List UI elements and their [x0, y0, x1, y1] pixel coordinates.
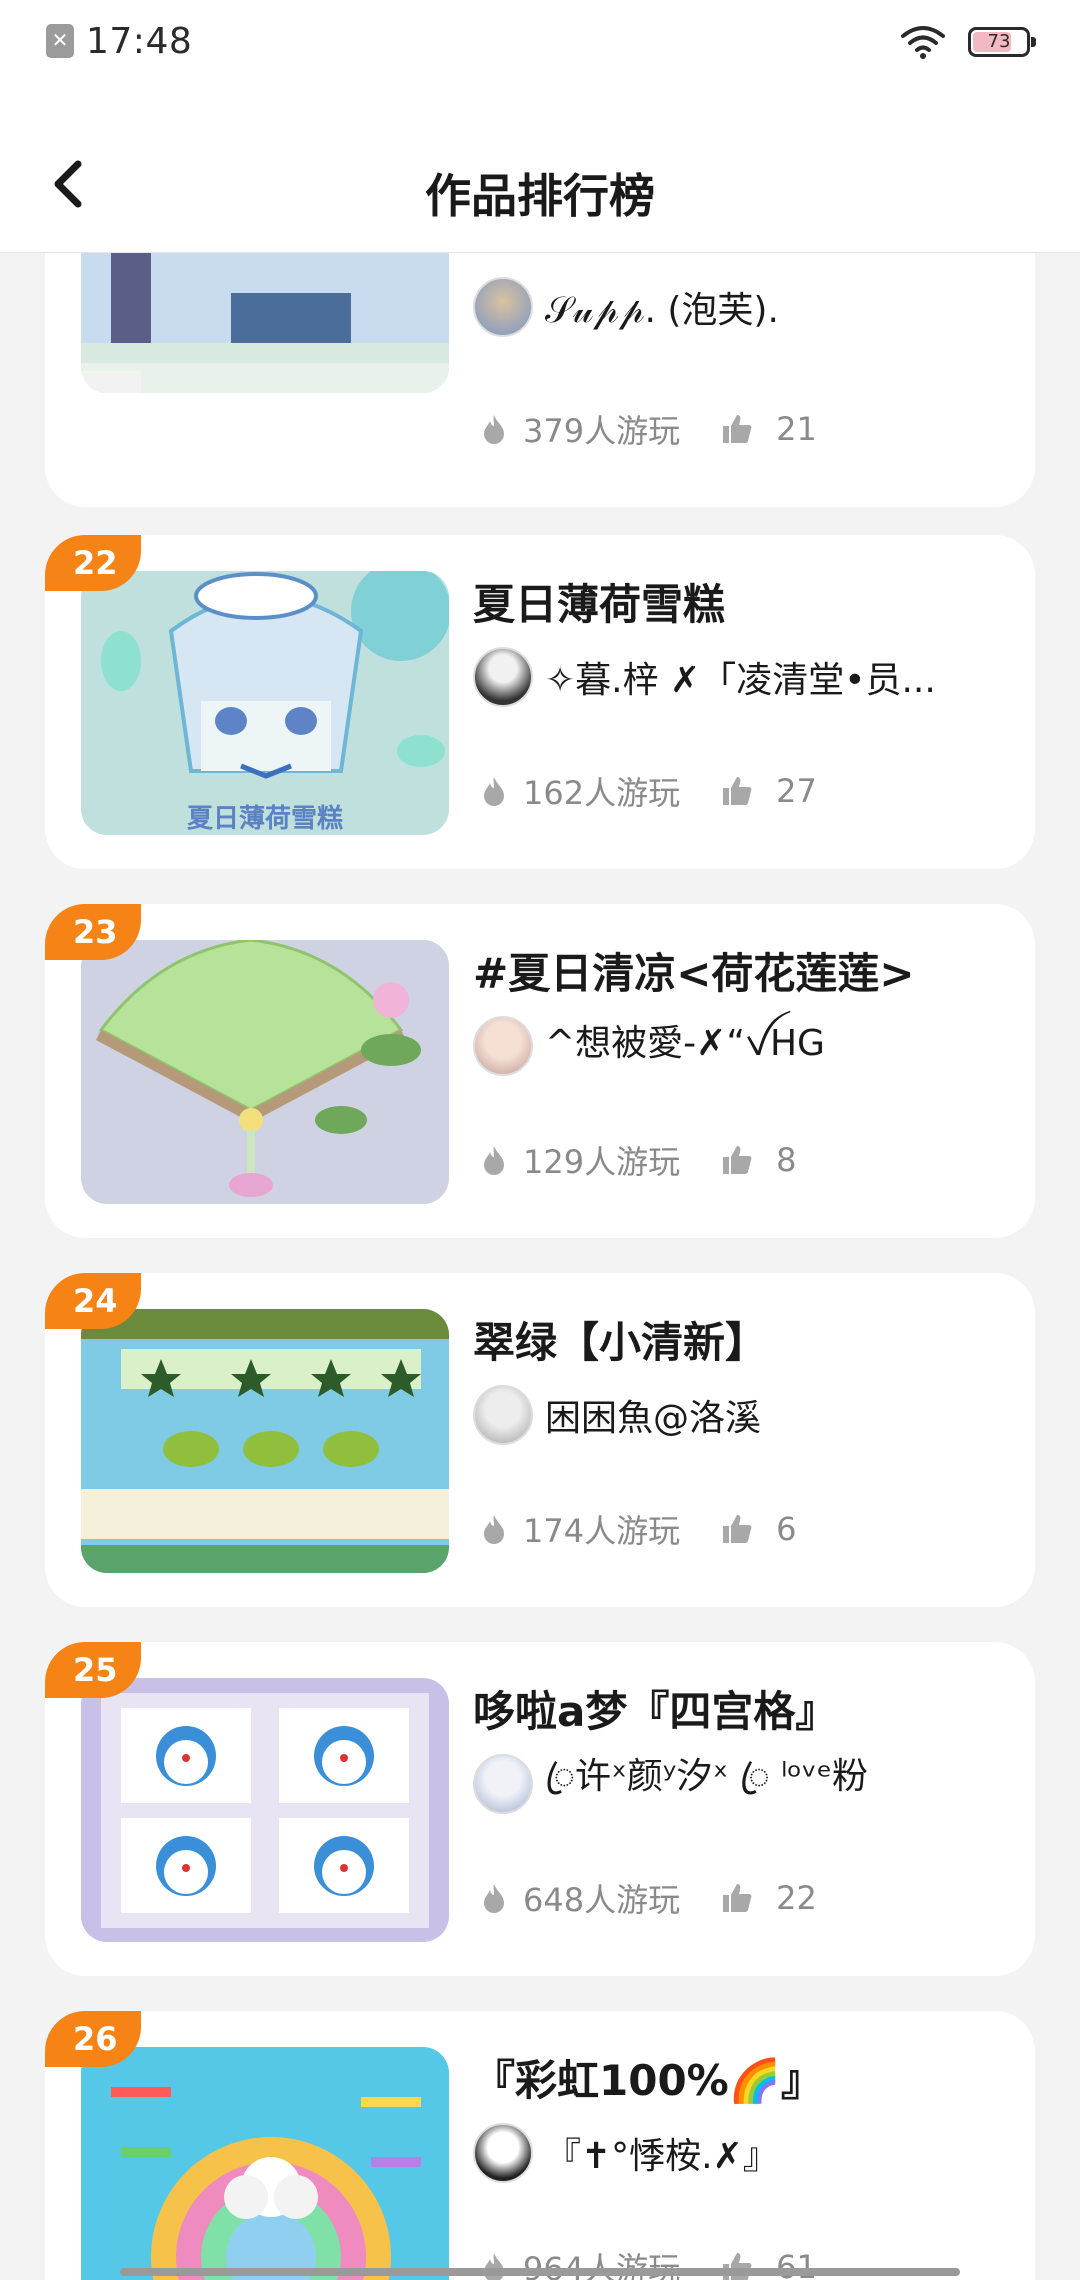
like-count: 27 [776, 772, 817, 810]
item-stats: 379人游玩 21 [477, 407, 817, 451]
fire-icon [484, 1515, 504, 1544]
like-count: 8 [776, 1141, 797, 1179]
item-stats: 129人游玩 8 [477, 1138, 796, 1182]
thumbs-up-icon[interactable] [720, 412, 754, 446]
thumbs-up-icon[interactable] [720, 1512, 754, 1546]
author-row[interactable]: 『✝°悸桉.✗』 [473, 2121, 975, 2185]
thumbs-up-icon[interactable] [720, 1143, 754, 1177]
avatar[interactable] [473, 1385, 533, 1445]
avatar[interactable] [473, 647, 533, 707]
author-row[interactable]: 困困魚@洛溪 [473, 1383, 975, 1447]
app-header: 作品排行榜 [0, 82, 1080, 253]
wifi-icon [901, 26, 945, 59]
game-thumbnail[interactable] [81, 2047, 449, 2280]
play-count: 162人游玩 [523, 774, 681, 812]
author-row[interactable]: ✧暮.梓 ✗「凌清堂•员... [473, 645, 975, 709]
item-title: 夏日薄荷雪糕 [473, 580, 726, 629]
author-row[interactable]: ^想被愛-✗“ꪜHG [473, 1014, 975, 1078]
play-count: 648人游玩 [523, 1881, 681, 1919]
author-name[interactable]: 𝒮𝓊𝓅𝓅. (泡芙). [545, 281, 779, 333]
author-name[interactable]: ꦿ许ˣ颜ʸ汐ˣ ꦿ ˡᵒᵛᵉ粉 [545, 1747, 868, 1821]
ranking-card[interactable]: 26 『彩虹100%🌈』 『✝°悸桉.✗』 964人游玩 61 [45, 2011, 1035, 2280]
play-count: 174人游玩 [523, 1512, 681, 1550]
item-title: 翠绿【小清新】 [473, 1318, 768, 1367]
author-name[interactable]: 困困魚@洛溪 [545, 1389, 761, 1441]
fire-icon [484, 1884, 504, 1913]
game-thumbnail[interactable] [81, 253, 449, 393]
ranking-card[interactable]: 23 #夏日清凉<荷花莲莲> ^想被愛-✗“ꪜHG 129人游玩 8 [45, 904, 1035, 1238]
item-title: #夏日清凉<荷花莲莲> [473, 949, 915, 998]
battery-icon: 73 [968, 27, 1036, 57]
ranking-card[interactable]: 夏日薄荷雪糕 22 夏日薄荷雪糕 ✧暮.梓 ✗「凌清堂•员... 162人游玩 … [45, 535, 1035, 869]
game-thumbnail[interactable] [81, 1678, 449, 1942]
ranking-card[interactable]: 25 哆啦a梦『四宫格』 ꦿ许ˣ颜ʸ汐ˣ ꦿ ˡᵒᵛᵉ粉 648人游玩 22 [45, 1642, 1035, 1976]
item-stats: 648人游玩 22 [477, 1876, 817, 1920]
avatar[interactable] [473, 277, 533, 337]
status-right: 73 [900, 20, 1036, 64]
play-count: 129人游玩 [523, 1143, 681, 1181]
author-name[interactable]: ^想被愛-✗“ꪜHG [545, 1009, 825, 1084]
status-bar: 17:48 73 [0, 0, 1080, 82]
ranking-card[interactable]: 24 翠绿【小清新】 困困魚@洛溪 174人游玩 6 [45, 1273, 1035, 1607]
fire-icon [484, 1146, 504, 1175]
game-thumbnail[interactable] [81, 1309, 449, 1573]
ranking-card[interactable]: 𝒮𝓊𝓅𝓅. (泡芙). 379人游玩 21 [45, 253, 1035, 507]
thumbs-up-icon[interactable] [720, 774, 754, 808]
author-name[interactable]: 『✝°悸桉.✗』 [545, 2127, 779, 2179]
game-thumbnail[interactable] [81, 940, 449, 1204]
avatar[interactable] [473, 2123, 533, 2183]
game-thumbnail[interactable] [81, 571, 449, 835]
status-time: 17:48 [86, 20, 193, 62]
author-row[interactable]: ꦿ许ˣ颜ʸ汐ˣ ꦿ ˡᵒᵛᵉ粉 [473, 1752, 975, 1816]
notification-icon [46, 24, 74, 58]
status-left: 17:48 [46, 18, 192, 64]
thumbs-up-icon[interactable] [720, 1881, 754, 1915]
author-name[interactable]: ✧暮.梓 ✗「凌清堂•员... [545, 651, 936, 703]
battery-level: 73 [987, 31, 1011, 52]
like-count: 22 [776, 1879, 817, 1917]
avatar[interactable] [473, 1754, 533, 1814]
item-stats: 174人游玩 6 [477, 1507, 796, 1551]
home-indicator[interactable] [120, 2268, 960, 2276]
like-count: 21 [776, 410, 817, 448]
item-stats: 162人游玩 27 [477, 769, 817, 813]
item-title: 哆啦a梦『四宫格』 [473, 1687, 838, 1736]
author-row[interactable]: 𝒮𝓊𝓅𝓅. (泡芙). [473, 275, 975, 339]
like-count: 6 [776, 1510, 797, 1548]
fire-icon [484, 777, 504, 806]
avatar[interactable] [473, 1016, 533, 1076]
fire-icon [484, 415, 504, 444]
ranking-list[interactable]: 𝒮𝓊𝓅𝓅. (泡芙). 379人游玩 21 夏日薄荷雪糕 22 夏日薄荷雪糕 ✧… [0, 253, 1080, 2280]
item-title: 『彩虹100%🌈』 [473, 2056, 824, 2105]
play-count: 379人游玩 [523, 412, 681, 450]
page-title: 作品排行榜 [425, 169, 655, 223]
